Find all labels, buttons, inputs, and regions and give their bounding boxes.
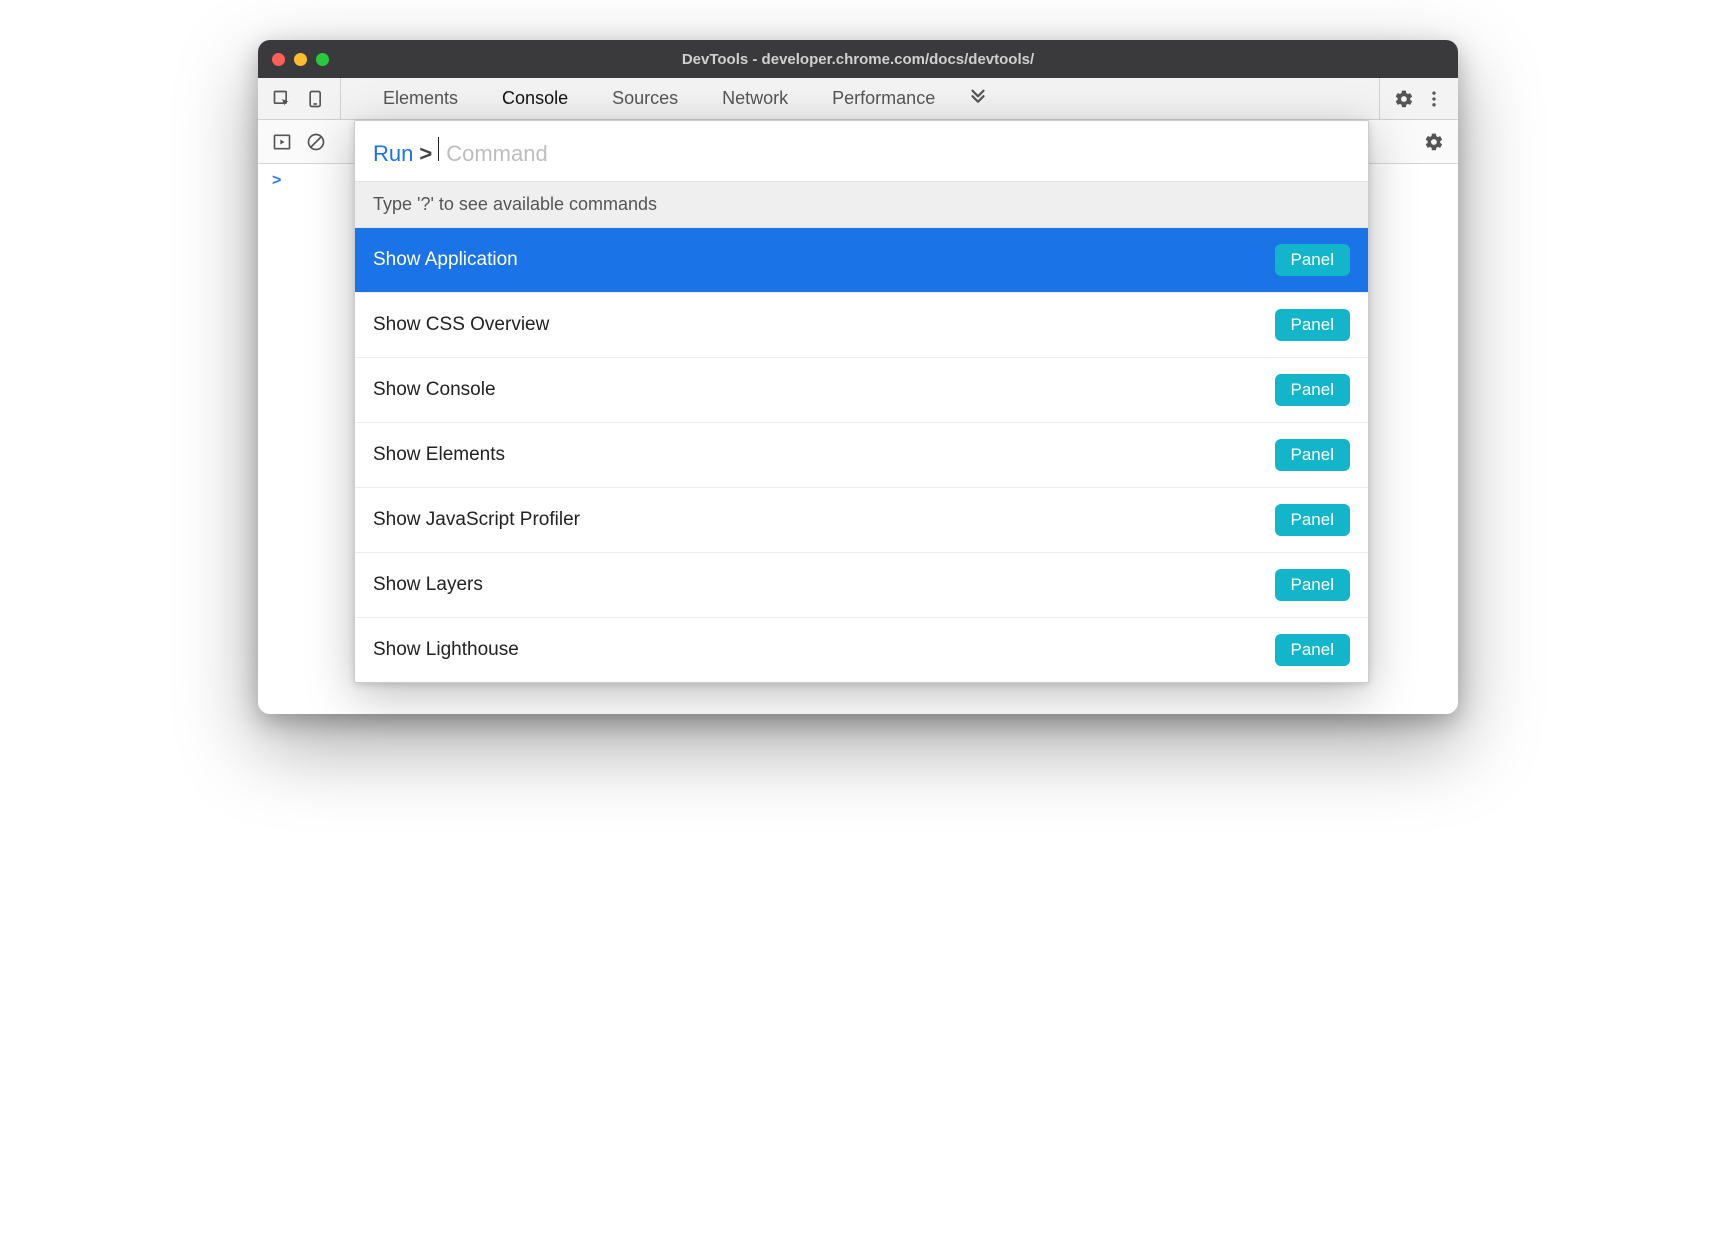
command-item-badge: Panel bbox=[1275, 634, 1350, 666]
tab-network[interactable]: Network bbox=[700, 78, 810, 119]
toggle-sidebar-icon[interactable] bbox=[272, 132, 292, 152]
command-item[interactable]: Show Console Panel bbox=[355, 358, 1368, 423]
tabstrip: Elements Console Sources Network Perform… bbox=[258, 78, 1458, 120]
tab-elements[interactable]: Elements bbox=[361, 78, 480, 119]
command-item-badge: Panel bbox=[1275, 504, 1350, 536]
command-item-label: Show JavaScript Profiler bbox=[373, 509, 580, 531]
device-toggle-icon[interactable] bbox=[306, 89, 326, 109]
traffic-lights bbox=[272, 53, 329, 66]
clear-console-icon[interactable] bbox=[306, 132, 326, 152]
command-item[interactable]: Show JavaScript Profiler Panel bbox=[355, 488, 1368, 553]
command-item[interactable]: Show Lighthouse Panel bbox=[355, 618, 1368, 682]
tab-sources[interactable]: Sources bbox=[590, 78, 700, 119]
command-input[interactable]: Run > Command bbox=[355, 121, 1368, 181]
command-placeholder: Command bbox=[446, 141, 547, 167]
command-list: Show Application Panel Show CSS Overview… bbox=[355, 228, 1368, 682]
command-item-label: Show Lighthouse bbox=[373, 639, 519, 661]
console-settings-icon[interactable] bbox=[1424, 132, 1444, 152]
command-menu: Run > Command Type '?' to see available c… bbox=[354, 120, 1369, 683]
command-item-badge: Panel bbox=[1275, 374, 1350, 406]
maximize-button[interactable] bbox=[316, 53, 329, 66]
devtools-window: DevTools - developer.chrome.com/docs/dev… bbox=[258, 40, 1458, 714]
command-item[interactable]: Show Elements Panel bbox=[355, 423, 1368, 488]
inspect-element-icon[interactable] bbox=[272, 89, 292, 109]
command-item[interactable]: Show Application Panel bbox=[355, 228, 1368, 293]
command-item-label: Show Console bbox=[373, 379, 496, 401]
window-title: DevTools - developer.chrome.com/docs/dev… bbox=[258, 51, 1458, 68]
minimize-button[interactable] bbox=[294, 53, 307, 66]
command-item-badge: Panel bbox=[1275, 439, 1350, 471]
command-item-badge: Panel bbox=[1275, 244, 1350, 276]
command-item-label: Show Elements bbox=[373, 444, 505, 466]
tabstrip-left bbox=[258, 78, 341, 119]
settings-icon[interactable] bbox=[1394, 89, 1414, 109]
tabstrip-tabs: Elements Console Sources Network Perform… bbox=[341, 78, 1379, 119]
command-item-badge: Panel bbox=[1275, 309, 1350, 341]
tabs-overflow-button[interactable] bbox=[957, 78, 999, 119]
text-caret-icon bbox=[438, 137, 439, 161]
tabstrip-right bbox=[1379, 78, 1458, 119]
command-item[interactable]: Show CSS Overview Panel bbox=[355, 293, 1368, 358]
tab-console[interactable]: Console bbox=[480, 78, 590, 119]
command-item-badge: Panel bbox=[1275, 569, 1350, 601]
command-hint: Type '?' to see available commands bbox=[355, 181, 1368, 228]
close-button[interactable] bbox=[272, 53, 285, 66]
command-item[interactable]: Show Layers Panel bbox=[355, 553, 1368, 618]
command-item-label: Show Application bbox=[373, 249, 518, 271]
tab-performance[interactable]: Performance bbox=[810, 78, 957, 119]
titlebar: DevTools - developer.chrome.com/docs/dev… bbox=[258, 40, 1458, 78]
console-prompt-icon: > bbox=[272, 172, 281, 189]
command-item-label: Show Layers bbox=[373, 574, 483, 596]
command-prompt-symbol: > bbox=[419, 141, 432, 167]
command-run-label: Run bbox=[373, 141, 413, 167]
more-menu-icon[interactable] bbox=[1424, 89, 1444, 109]
command-item-label: Show CSS Overview bbox=[373, 314, 549, 336]
